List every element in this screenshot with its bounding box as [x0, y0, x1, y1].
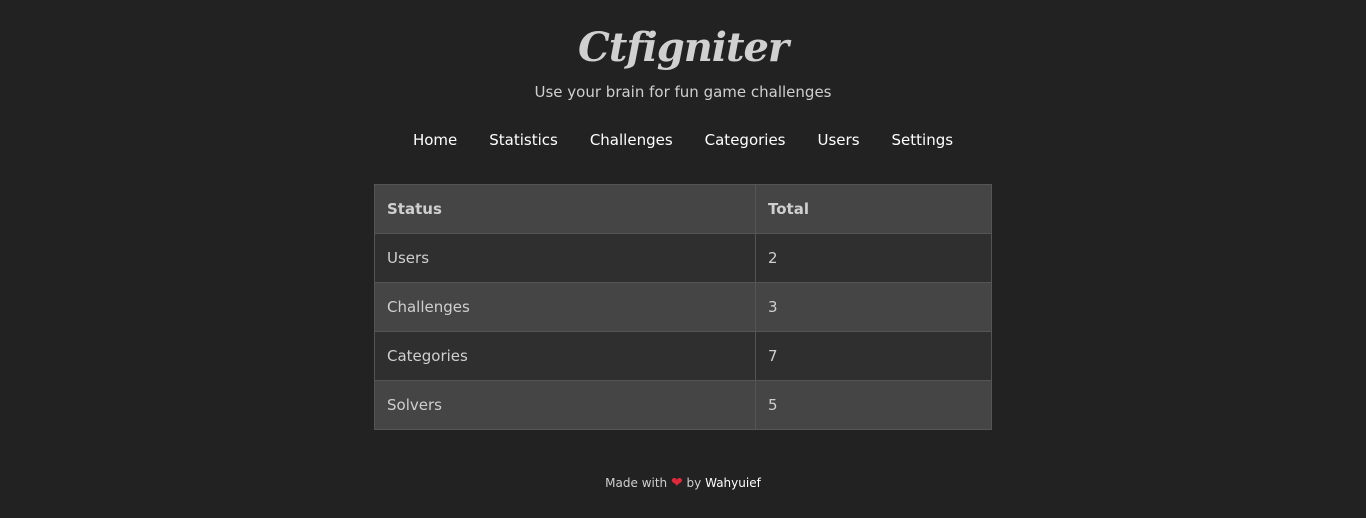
total-cell: 2 — [755, 233, 992, 283]
table-header-row: Status Total — [374, 184, 992, 234]
table-row: Challenges 3 — [374, 282, 992, 332]
status-cell: Challenges — [374, 282, 756, 332]
nav-item-challenges[interactable]: Challenges — [574, 128, 689, 152]
page: Ctfigniter Use your brain for fun game c… — [0, 0, 1366, 518]
footer: Made with ❤ by Wahyuief — [0, 474, 1366, 492]
column-header-status: Status — [374, 184, 756, 234]
nav-item-statistics[interactable]: Statistics — [473, 128, 574, 152]
table-row: Solvers 5 — [374, 380, 992, 430]
site-tagline: Use your brain for fun game challenges — [534, 83, 832, 101]
footer-by: by — [686, 476, 702, 490]
heart-icon: ❤ — [670, 475, 683, 491]
total-cell: 5 — [755, 380, 992, 430]
author-link[interactable]: Wahyuief — [705, 476, 761, 490]
status-cell: Solvers — [374, 380, 756, 430]
main-nav: Home Statistics Challenges Categories Us… — [0, 128, 1366, 152]
status-cell: Users — [374, 233, 756, 283]
nav-item-categories[interactable]: Categories — [689, 128, 802, 152]
statistics-table: Status Total Users 2 Challenges 3 Catego… — [374, 184, 992, 430]
nav-item-settings[interactable]: Settings — [876, 128, 970, 152]
footer-made-with: Made with — [605, 476, 668, 490]
table-row: Users 2 — [374, 233, 992, 283]
total-cell: 3 — [755, 282, 992, 332]
nav-item-users[interactable]: Users — [802, 128, 876, 152]
site-title: Ctfigniter — [578, 24, 789, 71]
nav-item-home[interactable]: Home — [397, 128, 473, 152]
status-cell: Categories — [374, 331, 756, 381]
total-cell: 7 — [755, 331, 992, 381]
column-header-total: Total — [755, 184, 992, 234]
table-row: Categories 7 — [374, 331, 992, 381]
